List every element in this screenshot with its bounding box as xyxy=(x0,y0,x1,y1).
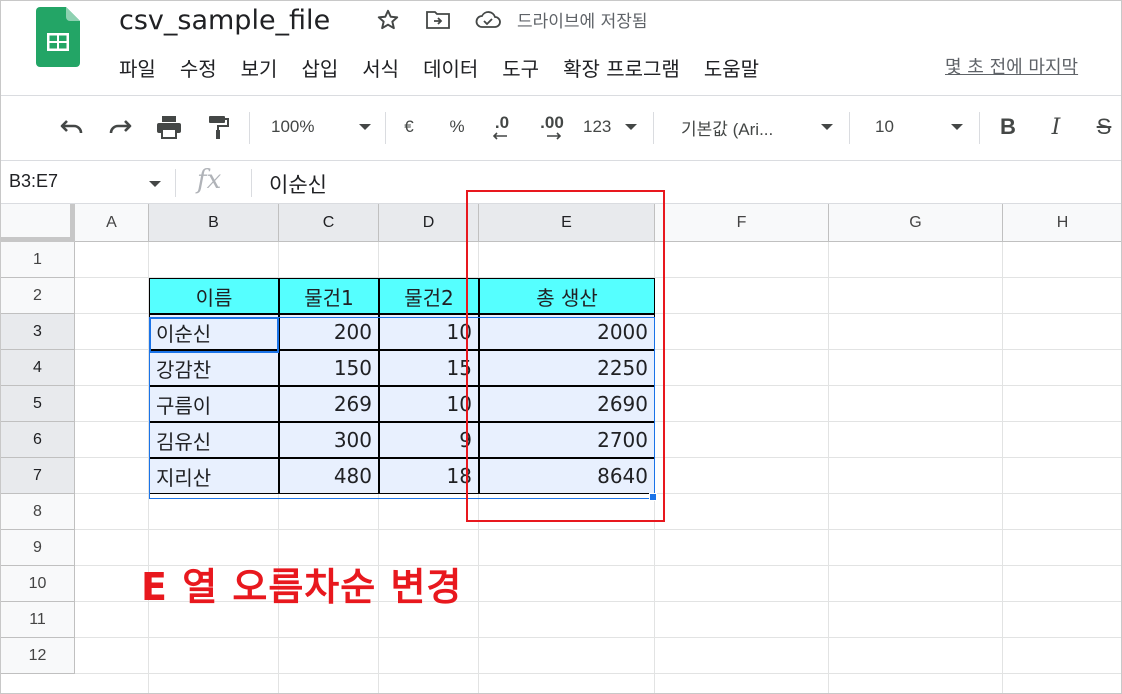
grid-line xyxy=(828,242,829,693)
annotation-text: E 열 오름차순 변경 xyxy=(141,565,463,609)
menu-view[interactable]: 보기 xyxy=(229,53,290,82)
menu-insert[interactable]: 삽입 xyxy=(289,53,350,82)
chevron-down-icon xyxy=(821,124,833,130)
fx-icon: fx xyxy=(197,165,222,195)
decrease-decimal-label: .0 xyxy=(494,113,510,132)
currency-label: € xyxy=(404,117,414,136)
chevron-down-icon[interactable] xyxy=(149,181,161,187)
grid-line xyxy=(75,637,1121,638)
row-header-3[interactable]: 3 xyxy=(1,314,75,350)
active-cell[interactable] xyxy=(149,317,279,353)
cloud-saved-icon[interactable] xyxy=(473,7,503,33)
bold-button[interactable]: B xyxy=(995,110,1021,144)
table-header-cell[interactable]: 물건1 xyxy=(279,278,379,314)
arrow-left-icon xyxy=(493,132,507,140)
font-size-select[interactable]: 10 xyxy=(875,110,963,144)
toolbar: 100% € % .0 .00 123 기본값 (Ari... 10 B I S xyxy=(1,96,1121,160)
last-edit-link[interactable]: 몇 초 전에 마지막 xyxy=(945,53,1078,79)
percent-label: % xyxy=(449,117,465,136)
column-header-f[interactable]: F xyxy=(655,204,829,242)
table-header-cell[interactable]: 이름 xyxy=(149,278,279,314)
menu-help[interactable]: 도움말 xyxy=(692,53,771,82)
formula-input[interactable]: 이순신 xyxy=(269,169,327,199)
increase-decimal-button[interactable]: .00 xyxy=(533,110,571,144)
row-header-10[interactable]: 10 xyxy=(1,566,75,602)
toolbar-separator xyxy=(653,112,654,144)
row-header-1[interactable]: 1 xyxy=(1,242,75,278)
arrow-right-icon xyxy=(547,132,561,140)
row-header-6[interactable]: 6 xyxy=(1,422,75,458)
column-header-a[interactable]: A xyxy=(75,204,149,242)
menu-file[interactable]: 파일 xyxy=(107,53,168,82)
menu-format[interactable]: 서식 xyxy=(350,53,411,82)
menu-tools[interactable]: 도구 xyxy=(490,53,551,82)
font-family-select[interactable]: 기본값 (Ari... xyxy=(681,110,833,144)
row-header-12[interactable]: 12 xyxy=(1,638,75,674)
row-header-8[interactable]: 8 xyxy=(1,494,75,530)
toolbar-separator xyxy=(849,112,850,144)
italic-button[interactable]: I xyxy=(1043,110,1069,144)
name-box[interactable]: B3:E7 xyxy=(9,171,58,192)
row-header-2[interactable]: 2 xyxy=(1,278,75,314)
font-size-label: 10 xyxy=(875,117,894,136)
row-header-7[interactable]: 7 xyxy=(1,458,75,494)
percent-button[interactable]: % xyxy=(443,110,471,144)
number-format-label: 123 xyxy=(583,117,612,136)
star-icon[interactable] xyxy=(373,7,403,33)
column-header-c[interactable]: C xyxy=(279,204,379,242)
font-family-label: 기본값 (Ari... xyxy=(681,119,774,139)
grid-line xyxy=(75,673,1121,674)
select-all-corner[interactable] xyxy=(1,204,75,242)
column-header-g[interactable]: G xyxy=(829,204,1003,242)
chevron-down-icon xyxy=(951,124,963,130)
undo-icon[interactable] xyxy=(55,110,89,144)
menu-edit[interactable]: 수정 xyxy=(168,53,229,82)
title-actions xyxy=(373,7,523,33)
row-header-5[interactable]: 5 xyxy=(1,386,75,422)
chevron-down-icon xyxy=(625,124,637,130)
menu-bar: 파일 수정 보기 삽입 서식 데이터 도구 확장 프로그램 도움말 xyxy=(107,51,771,83)
app-header: csv_sample_file 드라이브에 저장됨 파일 수정 보기 삽입 서식… xyxy=(1,1,1121,95)
row-header-4[interactable]: 4 xyxy=(1,350,75,386)
move-folder-icon[interactable] xyxy=(423,7,453,33)
toolbar-separator xyxy=(385,112,386,144)
table-header-cell[interactable]: 물건2 xyxy=(379,278,479,314)
document-title[interactable]: csv_sample_file xyxy=(119,5,330,36)
menu-extensions[interactable]: 확장 프로그램 xyxy=(551,53,692,82)
save-status: 드라이브에 저장됨 xyxy=(517,12,648,32)
sheets-logo-icon[interactable] xyxy=(36,7,80,67)
toolbar-separator xyxy=(979,112,980,144)
row-header-11[interactable]: 11 xyxy=(1,602,75,638)
zoom-select[interactable]: 100% xyxy=(271,110,371,144)
decrease-decimal-button[interactable]: .0 xyxy=(485,110,519,144)
currency-button[interactable]: € xyxy=(395,110,423,144)
zoom-value: 100% xyxy=(271,117,315,136)
formula-separator xyxy=(251,169,252,197)
print-icon[interactable] xyxy=(151,110,187,144)
paint-format-icon[interactable] xyxy=(201,110,235,144)
column-header-h[interactable]: H xyxy=(1003,204,1121,242)
toolbar-separator xyxy=(249,112,250,144)
row-header-9[interactable]: 9 xyxy=(1,530,75,566)
formula-separator xyxy=(175,169,176,197)
strikethrough-button[interactable]: S xyxy=(1091,110,1117,144)
increase-decimal-label: .00 xyxy=(540,113,564,132)
redo-icon[interactable] xyxy=(103,110,137,144)
grid-line xyxy=(1002,242,1003,693)
highlight-box-column-e xyxy=(466,190,665,522)
column-header-d[interactable]: D xyxy=(379,204,479,242)
menu-data[interactable]: 데이터 xyxy=(411,53,490,82)
number-format-select[interactable]: 123 xyxy=(583,110,637,144)
sheets-window: csv_sample_file 드라이브에 저장됨 파일 수정 보기 삽입 서식… xyxy=(0,0,1122,694)
column-header-b[interactable]: B xyxy=(149,204,279,242)
grid-line xyxy=(75,529,1121,530)
chevron-down-icon xyxy=(359,124,371,130)
